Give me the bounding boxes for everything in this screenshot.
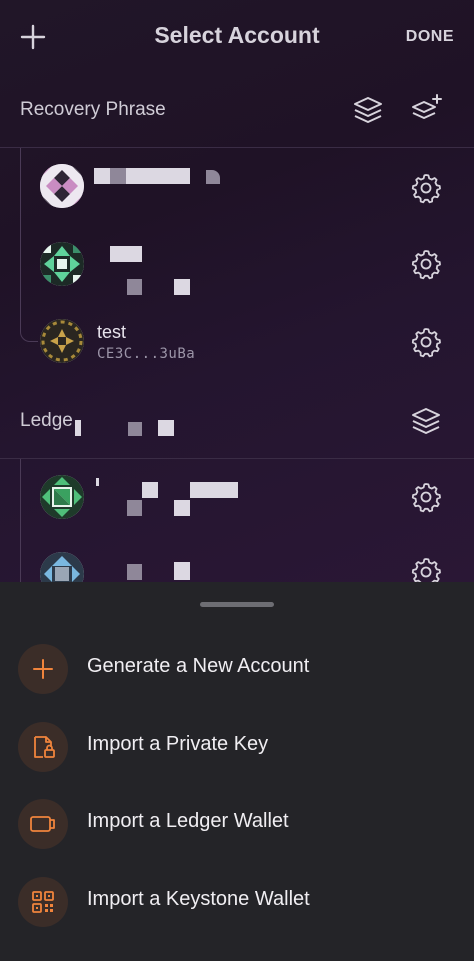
redaction-block [142, 482, 158, 498]
account-row[interactable]: test CE3C...3uBa [0, 304, 474, 380]
account-avatar [40, 242, 84, 286]
plus-icon [18, 644, 68, 694]
account-address: CE3C...3uBa [97, 346, 196, 362]
account-avatar [40, 319, 84, 363]
account-row[interactable] [0, 460, 474, 536]
gear-icon[interactable] [410, 172, 442, 204]
import-private-key-button[interactable]: Import a Private Key [0, 711, 474, 781]
account-avatar [40, 164, 84, 208]
gear-icon[interactable] [410, 556, 442, 582]
account-row[interactable] [0, 150, 474, 226]
menu-item-label: Import a Keystone Wallet [87, 888, 310, 910]
ledger-icon [18, 799, 68, 849]
gear-icon[interactable] [410, 248, 442, 280]
redaction-block [110, 246, 142, 262]
redaction-block [128, 422, 142, 436]
account-row[interactable] [0, 538, 474, 582]
section-divider [0, 458, 474, 459]
generate-new-account-button[interactable]: Generate a New Account [0, 633, 474, 703]
import-keystone-wallet-button[interactable]: Import a Keystone Wallet [0, 866, 474, 936]
redaction-block [158, 420, 174, 436]
redaction-block [142, 168, 190, 184]
redaction-block [96, 478, 99, 486]
redaction-block [110, 168, 126, 184]
section-title-recovery-phrase: Recovery Phrase [20, 99, 166, 120]
account-row[interactable] [0, 226, 474, 302]
key-file-icon [18, 722, 68, 772]
gear-icon[interactable] [410, 326, 442, 358]
import-ledger-wallet-button[interactable]: Import a Ledger Wallet [0, 788, 474, 858]
layers-icon[interactable] [351, 93, 385, 127]
account-name: test [97, 322, 127, 342]
redaction-block [190, 482, 238, 498]
gear-icon[interactable] [410, 481, 442, 513]
section-divider [0, 147, 474, 148]
sheet-grabber[interactable] [200, 602, 274, 607]
redaction-block [126, 168, 142, 184]
redaction-block [174, 500, 190, 516]
menu-item-label: Generate a New Account [87, 655, 310, 677]
add-icon[interactable] [18, 22, 48, 52]
account-avatar [40, 552, 84, 582]
redaction-block [174, 562, 190, 580]
redaction-block [206, 170, 220, 184]
redaction-block [75, 420, 81, 436]
page-title: Select Account [154, 22, 320, 48]
layers-icon[interactable] [409, 404, 443, 438]
redaction-block [94, 168, 110, 184]
add-account-sheet: Generate a New Account Import a Private … [0, 582, 474, 961]
menu-item-label: Import a Ledger Wallet [87, 810, 289, 832]
qr-code-icon [18, 877, 68, 927]
redaction-block [127, 564, 142, 580]
account-list-screen: Select Account DONE Recovery Phrase test… [0, 0, 474, 582]
redaction-block [174, 279, 190, 295]
section-title-ledger: Ledge [20, 410, 73, 431]
done-button[interactable]: DONE [406, 28, 454, 46]
menu-item-label: Import a Private Key [87, 733, 269, 755]
redaction-block [127, 279, 142, 295]
redaction-block [127, 500, 142, 516]
header: Select Account DONE [0, 0, 474, 75]
add-layer-icon[interactable] [409, 93, 443, 127]
account-avatar [40, 475, 84, 519]
